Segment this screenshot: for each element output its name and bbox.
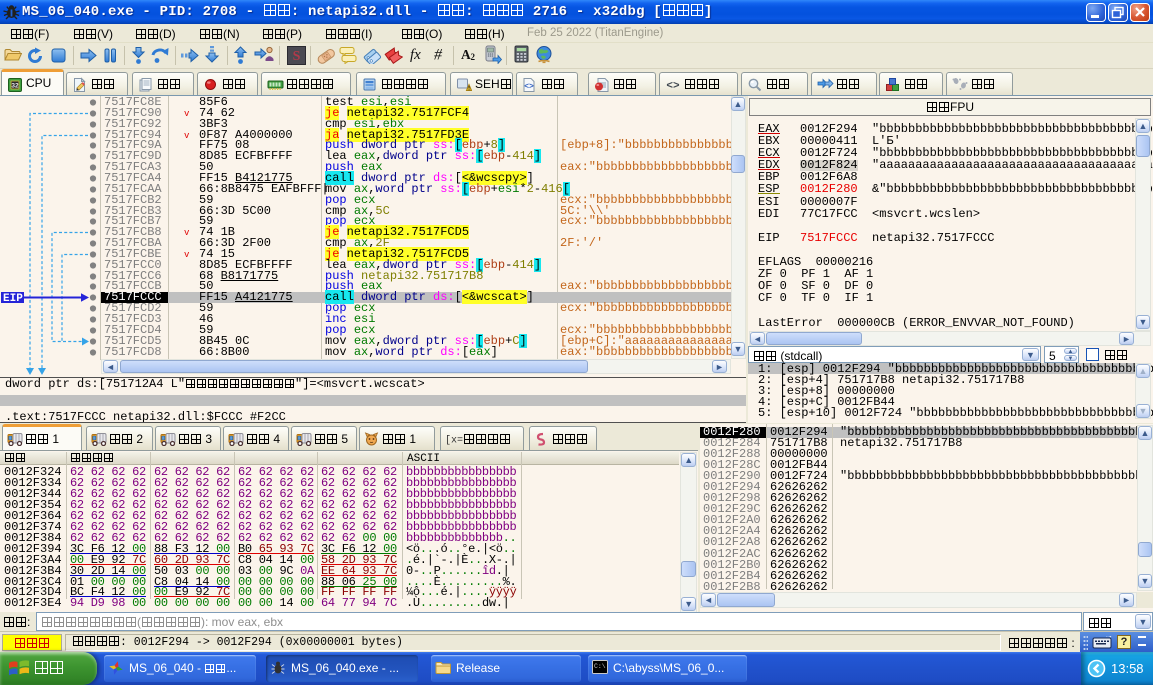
svg-text:[x=]: [x=] xyxy=(445,435,463,446)
svg-text:EIP: EIP xyxy=(3,293,23,305)
svg-text:fx: fx xyxy=(410,47,421,63)
svg-text:<>: <> xyxy=(666,81,680,92)
svg-text:<>: <> xyxy=(524,83,534,92)
svg-text:#: # xyxy=(434,47,443,64)
svg-text:2: 2 xyxy=(471,52,476,62)
svg-text:C:\: C:\ xyxy=(594,663,606,670)
svg-text:S: S xyxy=(293,49,301,64)
svg-text:32: 32 xyxy=(11,83,19,90)
svg-text:A: A xyxy=(461,47,471,62)
